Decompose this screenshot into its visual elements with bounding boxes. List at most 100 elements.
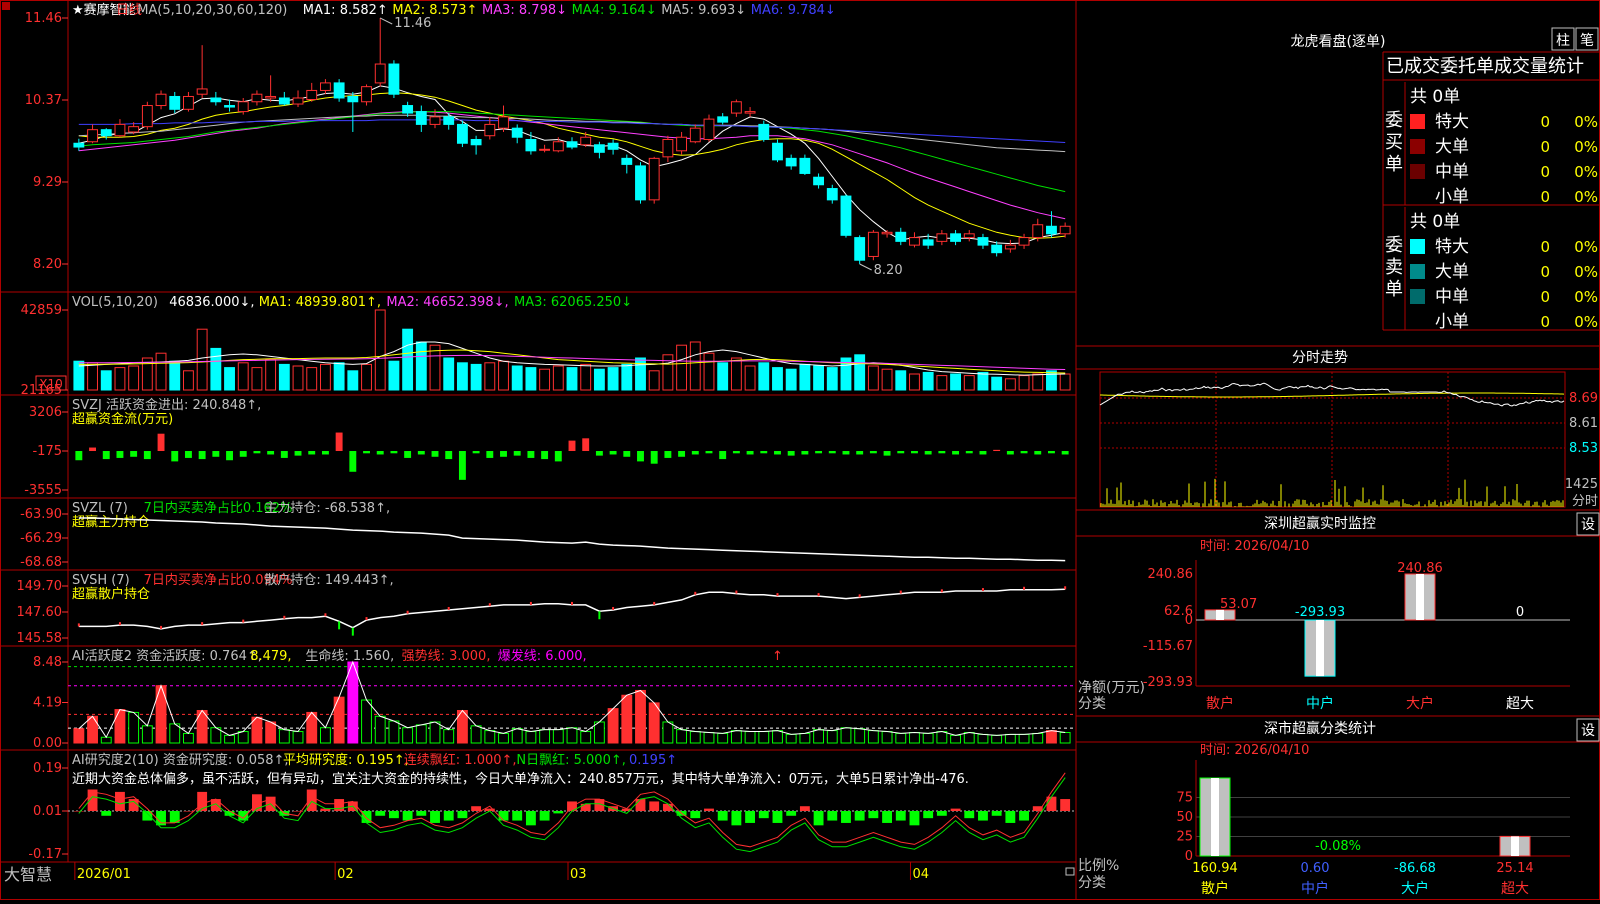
svsh-rise-tick [612, 606, 615, 610]
candle-body [950, 233, 961, 242]
side-label-char: 委 [1385, 235, 1403, 256]
order-count: 0 [1540, 263, 1550, 281]
lhkp-tab-2[interactable]: 成交量统计 [1494, 56, 1584, 77]
activity-bar [183, 732, 194, 744]
kline-header-text: MA1: 8.582↑ [303, 3, 388, 18]
svsh-rise-tick [1023, 586, 1026, 590]
monitor-y-tick: -293.93 [1143, 675, 1193, 690]
volume-bar [552, 365, 564, 391]
candle-body [402, 105, 414, 114]
activity-bar [73, 728, 85, 744]
volume-bar [717, 362, 729, 391]
svzj-flow-bar [746, 451, 754, 455]
svzj-flow-bar [705, 451, 713, 454]
research-bar [950, 808, 961, 811]
research-bar [813, 811, 824, 826]
volume-bar [498, 360, 509, 391]
classify-bar-highlight [1511, 836, 1519, 856]
lhkp-tab-1[interactable]: 委托单 [1440, 56, 1494, 77]
intraday-vol-unit: 分时 [1572, 494, 1598, 509]
volume-bar [936, 375, 948, 391]
order-size-swatch [1410, 114, 1425, 129]
volume-bar [703, 352, 715, 391]
classify-bar-highlight [1211, 778, 1219, 856]
activity-bar [689, 731, 701, 744]
svzj-flow-bar [911, 451, 918, 454]
order-size-swatch [1410, 289, 1425, 304]
volume-bar [1032, 373, 1044, 391]
candle-body [799, 157, 811, 174]
side-label-char: 单 [1385, 279, 1403, 300]
bar-mode-button-label[interactable]: 柱 [1556, 33, 1570, 49]
activity-bar [703, 731, 715, 744]
svzj-flow-bar [760, 451, 768, 454]
svzj-flow-bar [993, 449, 1001, 452]
kline-header-text: MA4: 9.164↓ [572, 3, 657, 18]
research-bar [539, 811, 550, 821]
svzj-flow-bar [815, 451, 823, 454]
tick-mode-button-label[interactable]: 笔 [1580, 33, 1594, 49]
activity-bar [361, 699, 372, 744]
candle-body [374, 63, 386, 84]
activity-bar [854, 728, 866, 744]
ai-research-header-text: 平均研究度: 0.195↑, [283, 752, 409, 768]
side-label-char: 委 [1385, 110, 1403, 131]
order-pct: 0% [1574, 263, 1598, 281]
order-size-label: 特大 [1435, 112, 1469, 132]
order-size-label: 中单 [1435, 162, 1469, 182]
research-bar [443, 811, 454, 821]
activity-bar [635, 689, 646, 744]
candle-body [539, 148, 551, 151]
svsh-rise-tick [283, 615, 286, 619]
svzj-flow-bar [349, 451, 357, 472]
svzj-flow-bar [842, 451, 850, 455]
activity-bar [922, 732, 934, 744]
activity-bar [415, 724, 427, 744]
research-bar [717, 811, 728, 821]
activity-bar [840, 727, 852, 744]
svzj-flow-bar [486, 451, 494, 458]
kline-header-text: MA3: 8.798↓ [482, 3, 567, 18]
activity-bar [552, 729, 564, 744]
volume-bar [539, 368, 551, 391]
svzj-flow-bar [623, 451, 631, 457]
volume-header-text: VOL(5,10,20) [72, 295, 158, 310]
svzl-header-text: 主力持仓: -68.538↑, [264, 501, 390, 516]
svzj-flow-bar [938, 451, 946, 454]
research-bar [978, 811, 988, 821]
svsh-rise-tick [77, 623, 80, 627]
activity-bar [128, 711, 140, 744]
volume-bar [443, 357, 455, 391]
volume-bar [196, 328, 208, 391]
order-count: 0 [1540, 313, 1550, 331]
candle-body [867, 231, 879, 257]
classify-title: 深市超赢分类统计 [1264, 720, 1376, 737]
research-bar [841, 811, 851, 823]
monitor-settings-label[interactable]: 设 [1581, 517, 1595, 533]
classify-y-tick: 25 [1176, 830, 1193, 845]
svzj-flow-bar [787, 451, 795, 456]
activity-bar [648, 702, 660, 744]
side-label-char: 买 [1385, 132, 1403, 153]
y-tick-label: 11.46 [25, 11, 62, 26]
volume-bar [950, 373, 961, 391]
lhkp-tab-0[interactable]: 已成交 [1386, 56, 1440, 77]
activity-bar [662, 721, 674, 744]
svzj-flow-bar [678, 451, 686, 457]
svzj-subtitle: 超赢资金流(万元) [72, 411, 173, 427]
svzj-flow-bar [321, 451, 329, 455]
svzj-flow-bar [828, 451, 836, 454]
classify-settings-label[interactable]: 设 [1581, 723, 1595, 739]
monitor-cat-label: 分类 [1078, 696, 1106, 712]
research-bar [334, 799, 345, 811]
candle-body [580, 136, 592, 146]
research-bar [936, 811, 947, 816]
activity-arrow-icon: ↑ [772, 649, 783, 664]
volume-bar [484, 362, 496, 391]
svzj-flow-bar [513, 451, 521, 456]
candle-body [772, 142, 783, 161]
activity-bar [566, 727, 578, 744]
candle-body [429, 116, 441, 125]
classify-value-label: 25.14 [1496, 861, 1533, 876]
candle-body [758, 123, 770, 140]
